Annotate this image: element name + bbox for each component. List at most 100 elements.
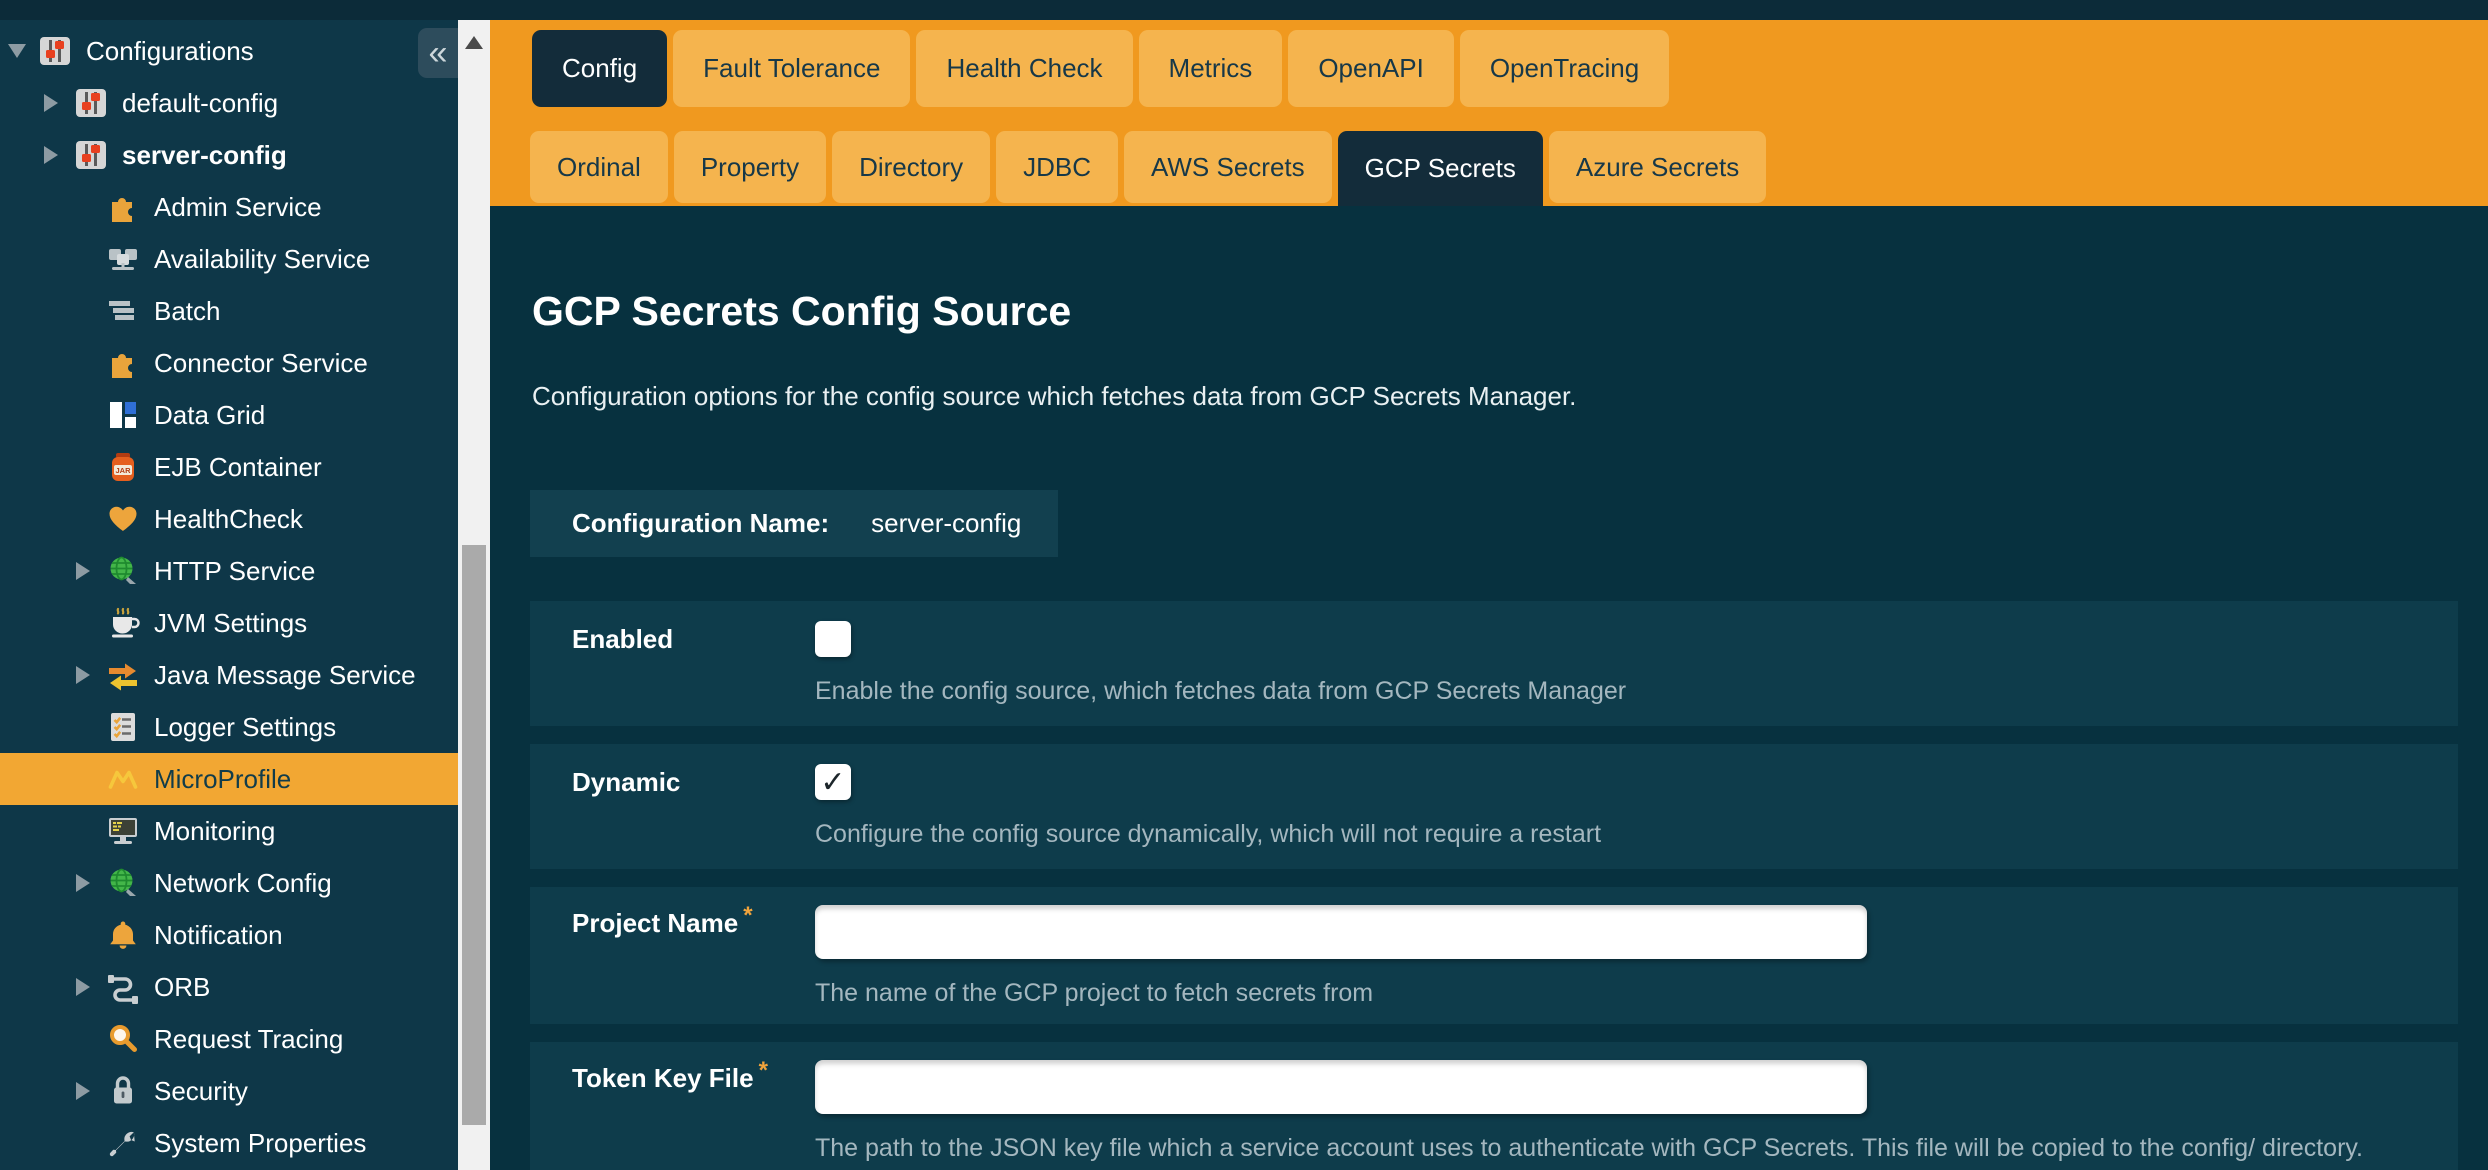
sidebar-item-security[interactable]: Security (0, 1065, 458, 1117)
collapsed-arrow-icon[interactable] (76, 978, 106, 996)
sidebar-item-label: JVM Settings (154, 610, 307, 636)
collapsed-arrow-icon[interactable] (76, 666, 106, 684)
top-strip (0, 0, 2488, 20)
sidebar-item-http-service[interactable]: HTTP Service (0, 545, 458, 597)
globe-icon (106, 866, 140, 900)
sidebar-item-label: Java Message Service (154, 662, 416, 688)
sidebar-collapse-button[interactable]: « (418, 28, 458, 78)
sidebar-item-connector-service[interactable]: Connector Service (0, 337, 458, 389)
tab-gcp-secrets[interactable]: GCP Secrets (1338, 131, 1543, 206)
coffee-icon (106, 606, 140, 640)
sidebar-item-request-tracing[interactable]: Request Tracing (0, 1013, 458, 1065)
configuration-name-value: server-config (871, 508, 1021, 539)
tab-openapi[interactable]: OpenAPI (1288, 30, 1454, 107)
config-sliders-icon (74, 86, 108, 120)
sidebar-item-label: EJB Container (154, 454, 322, 480)
enabled-checkbox[interactable] (815, 621, 851, 657)
sidebar-item-orb[interactable]: ORB (0, 961, 458, 1013)
collapsed-arrow-icon[interactable] (44, 146, 74, 164)
sidebar-item-default-config[interactable]: default-config (0, 77, 458, 129)
dynamic-label: Dynamic (572, 764, 815, 849)
tab-metrics[interactable]: Metrics (1139, 30, 1283, 107)
sidebar-item-data-grid[interactable]: Data Grid (0, 389, 458, 441)
scroll-up-arrow-icon[interactable] (465, 36, 483, 49)
config-sliders-icon (74, 138, 108, 172)
checkmark-icon: ✓ (820, 765, 845, 800)
dynamic-help-text: Configure the config source dynamically,… (815, 820, 2458, 849)
field-row-project-name: Project Name* The name of the GCP projec… (530, 887, 2458, 1024)
sidebar-item-notification[interactable]: Notification (0, 909, 458, 961)
configuration-name-label: Configuration Name: (572, 508, 829, 539)
svg-text:JAR: JAR (115, 466, 131, 475)
tab-opentracing[interactable]: OpenTracing (1460, 30, 1669, 107)
sidebar-item-configurations[interactable]: Configurations (0, 25, 458, 77)
sidebar-item-network-config[interactable]: Network Config (0, 857, 458, 909)
sidebar-item-jvm-settings[interactable]: JVM Settings (0, 597, 458, 649)
main-panel: Config Fault Tolerance Health Check Metr… (490, 20, 2488, 1170)
sidebar-item-server-config[interactable]: server-config (0, 129, 458, 181)
sidebar-item-label: default-config (122, 90, 278, 116)
monitor-icon (106, 814, 140, 848)
tab-fault-tolerance[interactable]: Fault Tolerance (673, 30, 910, 107)
page-description: Configuration options for the config sou… (532, 381, 2488, 412)
tab-config[interactable]: Config (532, 30, 667, 107)
scrollbar-thumb[interactable] (462, 545, 486, 1125)
dynamic-checkbox[interactable]: ✓ (815, 764, 851, 800)
sidebar-item-label: System Properties (154, 1130, 366, 1156)
tab-aws-secrets[interactable]: AWS Secrets (1124, 131, 1332, 203)
sidebar-item-label: Notification (154, 922, 283, 948)
sidebar-item-label: Request Tracing (154, 1026, 343, 1052)
sidebar-item-ejb-container[interactable]: JAR EJB Container (0, 441, 458, 493)
sidebar-item-logger-settings[interactable]: Logger Settings (0, 701, 458, 753)
enabled-help-text: Enable the config source, which fetches … (815, 677, 2458, 706)
globe-icon (106, 554, 140, 588)
cluster-icon (106, 242, 140, 276)
sidebar-item-label: Configurations (86, 38, 254, 64)
sidebar-item-admin-service[interactable]: Admin Service (0, 181, 458, 233)
wrench-icon (106, 1126, 140, 1160)
jar-icon: JAR (106, 450, 140, 484)
sidebar-item-availability-service[interactable]: Availability Service (0, 233, 458, 285)
sidebar-item-monitoring[interactable]: Monitoring (0, 805, 458, 857)
heart-icon (106, 502, 140, 536)
arrows-icon (106, 658, 140, 692)
expanded-arrow-icon[interactable] (8, 44, 38, 58)
sidebar-item-microprofile[interactable]: MicroProfile (0, 753, 458, 805)
gcp-secrets-content: GCP Secrets Config Source Configuration … (490, 206, 2488, 1170)
puzzle-icon (106, 346, 140, 380)
collapsed-arrow-icon[interactable] (76, 562, 106, 580)
sidebar-item-system-properties[interactable]: System Properties (0, 1117, 458, 1169)
collapsed-arrow-icon[interactable] (76, 874, 106, 892)
microprofile-icon (106, 762, 140, 796)
checklist-icon (106, 710, 140, 744)
sidebar-item-java-message-service[interactable]: Java Message Service (0, 649, 458, 701)
page-title: GCP Secrets Config Source (532, 288, 2488, 335)
sidebar-item-healthcheck[interactable]: HealthCheck (0, 493, 458, 545)
sidebar-scrollbar[interactable] (458, 20, 490, 1170)
token-key-file-input[interactable] (815, 1060, 1867, 1114)
batch-bars-icon (106, 294, 140, 328)
configurations-tree-sidebar: Configurations default-config server-con… (0, 20, 458, 1170)
tab-directory[interactable]: Directory (832, 131, 990, 203)
sidebar-item-label: Availability Service (154, 246, 370, 272)
sidebar-item-label: HTTP Service (154, 558, 315, 584)
magnifier-icon (106, 1022, 140, 1056)
sidebar-item-label: MicroProfile (154, 766, 291, 792)
project-name-label: Project Name* (572, 905, 815, 1008)
tab-property[interactable]: Property (674, 131, 826, 203)
token-key-file-help-text: The path to the JSON key file which a se… (815, 1134, 2458, 1163)
sidebar-item-batch[interactable]: Batch (0, 285, 458, 337)
tab-health-check[interactable]: Health Check (916, 30, 1132, 107)
tab-ordinal[interactable]: Ordinal (530, 131, 668, 203)
sidebar-item-label: HealthCheck (154, 506, 303, 532)
project-name-input[interactable] (815, 905, 1867, 959)
collapsed-arrow-icon[interactable] (76, 1082, 106, 1100)
tab-header-band: Config Fault Tolerance Health Check Metr… (490, 20, 2488, 206)
tab-azure-secrets[interactable]: Azure Secrets (1549, 131, 1766, 203)
tab-jdbc[interactable]: JDBC (996, 131, 1118, 203)
admin-console-screen: Configurations default-config server-con… (0, 0, 2488, 1170)
enabled-label: Enabled (572, 621, 815, 706)
collapsed-arrow-icon[interactable] (44, 94, 74, 112)
field-row-dynamic: Dynamic ✓ Configure the config source dy… (530, 744, 2458, 869)
config-sliders-icon (38, 34, 72, 68)
